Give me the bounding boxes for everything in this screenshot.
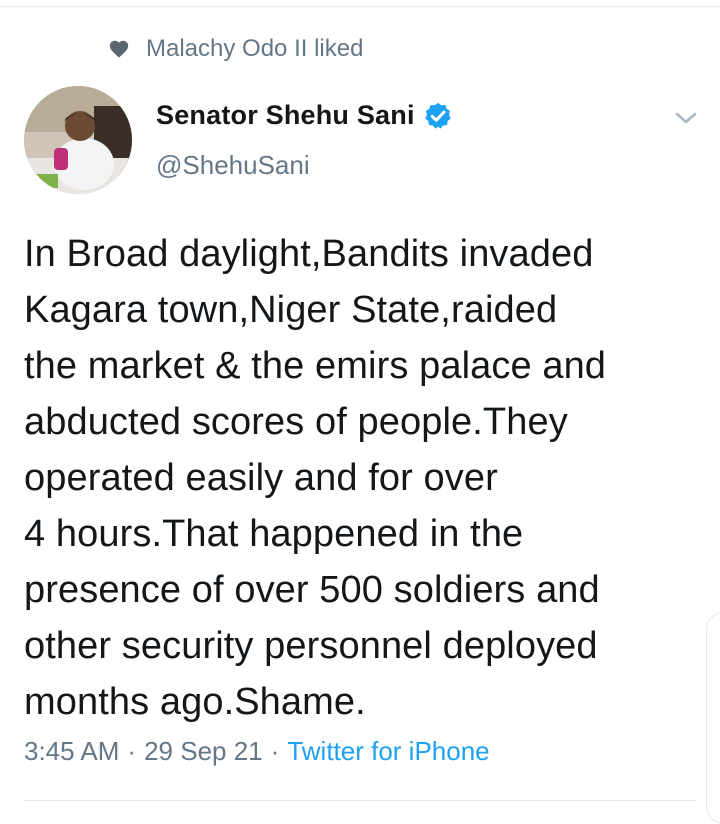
tweet-line: Kagara town,Niger State,raided [24, 289, 558, 331]
tweet-meta: 3:45 AM · 29 Sep 21 · Twitter for iPhone [24, 736, 490, 767]
author-handle[interactable]: @ShehuSani [156, 150, 310, 181]
tweet-source-link[interactable]: Twitter for iPhone [287, 736, 489, 767]
social-context[interactable]: Malachy Odo II liked [108, 32, 363, 66]
social-context-label: Malachy Odo II liked [146, 35, 364, 62]
edge-overlay-card [706, 612, 720, 824]
meta-separator: · [270, 736, 280, 766]
author-name[interactable]: Senator Shehu Sani [156, 100, 415, 131]
bottom-divider [24, 800, 696, 801]
author-name-row[interactable]: Senator Shehu Sani [156, 100, 453, 131]
tweet-text: In Broad daylight,Bandits invaded Kagara… [24, 226, 704, 730]
tweet-time[interactable]: 3:45 AM [24, 736, 119, 767]
tweet-line: 4 hours.That happened in the [24, 513, 524, 555]
tweet-line: presence of over 500 soldiers and [24, 569, 600, 611]
heart-icon [109, 40, 129, 58]
tweet-line: In Broad daylight,Bandits invaded [24, 233, 594, 275]
tweet-line: abducted scores of people.They [24, 401, 568, 443]
meta-separator: · [127, 736, 137, 766]
tweet-date[interactable]: 29 Sep 21 [144, 736, 263, 767]
verified-badge-icon [424, 102, 451, 129]
avatar[interactable] [24, 86, 132, 194]
tweet-line: the market & the emirs palace and [24, 345, 607, 387]
tweet-line: other security personnel deployed [24, 625, 598, 667]
top-divider [0, 6, 720, 7]
tweet-line: operated easily and for over [24, 457, 498, 499]
tweet-line: months ago.Shame. [24, 681, 366, 723]
chevron-down-icon[interactable] [672, 104, 700, 132]
avatar-photo [24, 86, 132, 194]
